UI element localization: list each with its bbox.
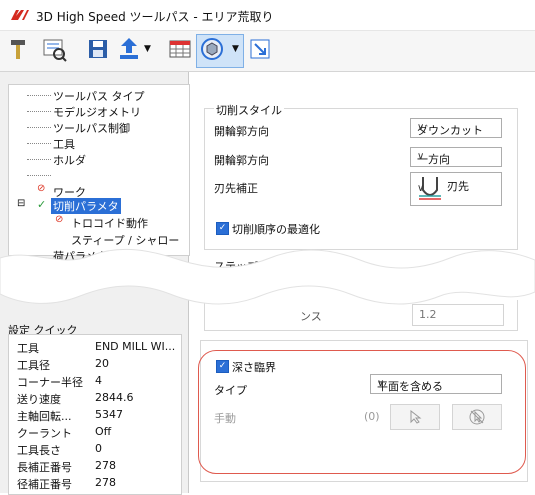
tolerance-label: ンス bbox=[300, 310, 322, 323]
quick-settings-table: 工具 END MILL WI... 工具径 20 コーナー半径 4 送り速度 2… bbox=[8, 334, 182, 495]
check-icon: ✓ bbox=[37, 198, 47, 211]
chevron-down-icon: ∨ bbox=[417, 151, 425, 162]
save-icon[interactable] bbox=[84, 35, 112, 63]
tree-item-toolpath-type[interactable]: ツールパス タイプ bbox=[53, 88, 145, 104]
cut-direction-dropdown[interactable]: ダウンカット ∨ bbox=[410, 118, 502, 138]
open-contour-direction-label-2: 開輪郭方向 bbox=[214, 154, 269, 167]
row-value: 4 bbox=[95, 374, 102, 387]
chevron-down-icon: ∨ bbox=[417, 183, 425, 194]
row-value: 2844.6 bbox=[95, 391, 134, 404]
table-icon[interactable] bbox=[166, 35, 194, 63]
highlight-annotation bbox=[198, 350, 526, 474]
row-label: 工具径 bbox=[17, 359, 50, 372]
cut-style-title: 切削スタイル bbox=[214, 102, 284, 118]
tool-icon[interactable] bbox=[4, 35, 32, 63]
collapse-icon[interactable]: ⊟ bbox=[17, 198, 25, 209]
tree-item-trochoidal[interactable]: トロコイド動作 bbox=[71, 215, 148, 231]
window-title: 3D High Speed ツールパス - エリア荒取り bbox=[36, 10, 274, 24]
torn-edge bbox=[0, 248, 535, 305]
tree-item-cut-params[interactable]: 切削パラメタ bbox=[51, 198, 121, 214]
row-label: 工具長さ bbox=[17, 444, 61, 457]
optimize-order-label: 切削順序の最適化 bbox=[232, 223, 320, 236]
tree-item-model-geometry[interactable]: モデルジオメトリ bbox=[53, 104, 141, 120]
row-value: 0 bbox=[95, 442, 102, 455]
row-value: END MILL WI... bbox=[95, 340, 176, 353]
row-label: 長補正番号 bbox=[17, 461, 72, 474]
export-icon[interactable] bbox=[115, 35, 143, 63]
row-label: クーラント bbox=[17, 427, 72, 440]
3d-view-icon bbox=[198, 35, 226, 63]
row-label: 径補正番号 bbox=[17, 478, 72, 491]
zoom-fit-icon[interactable] bbox=[246, 35, 274, 63]
row-label: コーナー半径 bbox=[17, 376, 83, 389]
optimize-order-checkbox[interactable]: ✓ bbox=[216, 222, 229, 235]
row-label: 送り速度 bbox=[17, 393, 61, 406]
tree-view: ツールパス タイプ モデルジオメトリ ツールパス制御 工具 ホルダ ⊘ ワーク … bbox=[8, 84, 190, 263]
chevron-down-icon[interactable]: ▼ bbox=[144, 44, 151, 54]
row-value: 278 bbox=[95, 476, 116, 489]
prohibited-icon: ⊘ bbox=[55, 214, 64, 225]
tip-compensation-dropdown[interactable]: 刃先 ∨ bbox=[410, 172, 502, 206]
prohibited-icon: ⊘ bbox=[37, 183, 46, 194]
tolerance-field[interactable]: 1.2 bbox=[412, 304, 504, 326]
direction-dropdown[interactable]: 一方向 ∨ bbox=[410, 147, 502, 167]
open-contour-direction-label: 開輪郭方向 bbox=[214, 125, 269, 138]
toolpath-preview-icon[interactable] bbox=[40, 35, 68, 63]
tree-item-holder[interactable]: ホルダ bbox=[53, 152, 86, 168]
chevron-down-icon[interactable]: ▼ bbox=[232, 44, 239, 54]
tolerance-value: 1.2 bbox=[419, 308, 437, 321]
row-value: Off bbox=[95, 425, 112, 438]
row-label: 主軸回転... bbox=[17, 410, 72, 423]
row-value: 5347 bbox=[95, 408, 123, 421]
tip-compensation-label: 刃先補正 bbox=[214, 182, 258, 195]
tree-item-toolpath-control[interactable]: ツールパス制御 bbox=[53, 120, 130, 136]
row-value: 278 bbox=[95, 459, 116, 472]
chevron-down-icon: ∨ bbox=[417, 122, 425, 133]
tree-item-steep-shallow[interactable]: スティープ / シャロー bbox=[71, 232, 179, 248]
row-value: 20 bbox=[95, 357, 109, 370]
tree-item-tool[interactable]: 工具 bbox=[53, 136, 75, 152]
app-logo-icon bbox=[10, 8, 30, 25]
row-label: 工具 bbox=[17, 342, 39, 355]
